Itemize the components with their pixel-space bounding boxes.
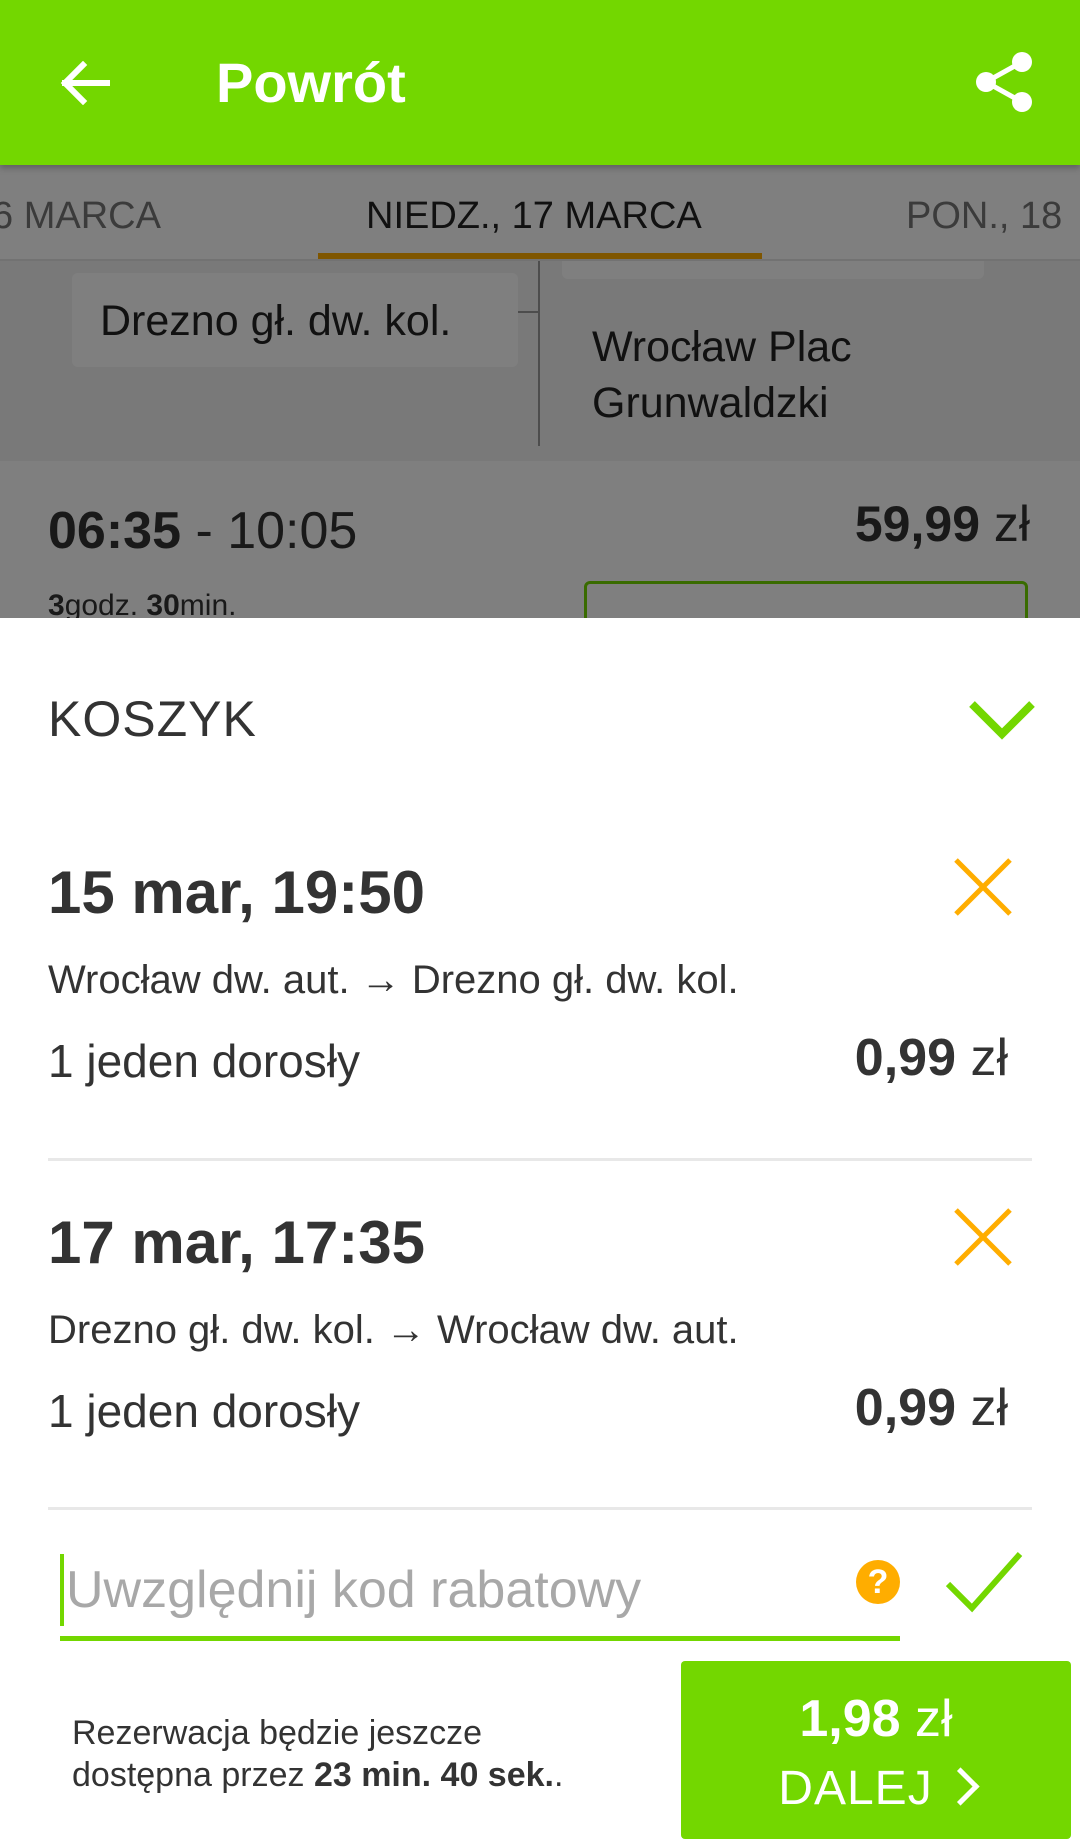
remove-item-button[interactable]	[948, 852, 1018, 922]
cart-item-price-currency: zł	[956, 1379, 1008, 1437]
discount-code-field[interactable]	[60, 1548, 900, 1641]
cart-total-value: 1,98	[799, 1690, 901, 1748]
question-icon[interactable]: ?	[856, 1560, 900, 1604]
timer-text-line1: Rezerwacja będzie jeszcze	[72, 1714, 483, 1752]
cart-total: 1,98 zł	[681, 1689, 1071, 1749]
cart-item-price-value: 0,99	[854, 1029, 956, 1087]
text-cursor	[60, 1554, 64, 1626]
cart-item-price-currency: zł	[956, 1029, 1008, 1087]
chevron-right-icon	[941, 1767, 980, 1806]
remove-item-button[interactable]	[948, 1202, 1018, 1272]
cart-item-route: Wrocław dw. aut. → Drezno gł. dw. kol.	[48, 958, 739, 1002]
modal-scrim[interactable]	[0, 165, 1080, 620]
close-icon	[954, 1208, 1012, 1266]
timer-text-line2: dostępna przez	[72, 1756, 314, 1794]
apply-code-button[interactable]	[944, 1548, 1024, 1616]
cart-item-price: 0,99 zł	[855, 1028, 1008, 1088]
cart-item-price-value: 0,99	[854, 1379, 956, 1437]
divider	[48, 1158, 1032, 1161]
app-root: Powrót 6 MARCA NIEDZ., 17 MARCA PON., 18…	[0, 0, 1080, 1846]
timer-countdown: 23 min. 40 sek.	[313, 1756, 554, 1794]
cart-total-currency: zł	[900, 1690, 953, 1748]
page-title: Powrót	[216, 51, 406, 114]
cart-title: KOSZYK	[48, 691, 257, 747]
share-button[interactable]	[968, 46, 1040, 118]
collapse-cart-button[interactable]	[966, 690, 1038, 746]
timer-suffix: .	[553, 1756, 564, 1794]
cart-item-price: 0,99 zł	[855, 1378, 1008, 1438]
share-icon	[976, 52, 1032, 112]
divider	[48, 1507, 1032, 1510]
reservation-timer: Rezerwacja będzie jeszcze dostępna przez…	[72, 1712, 563, 1796]
cart-item-date: 15 mar, 19:50	[48, 859, 425, 926]
cart-item-route: Drezno gł. dw. kol. → Wrocław dw. aut.	[48, 1308, 739, 1352]
close-icon	[954, 858, 1012, 916]
cart-item-passengers: 1 jeden dorosły	[48, 1035, 360, 1087]
cart-item-date: 17 mar, 17:35	[48, 1209, 425, 1276]
check-icon	[945, 1552, 1023, 1613]
next-button[interactable]: 1,98 zł DALEJ	[681, 1661, 1071, 1839]
cart-item-passengers: 1 jeden dorosły	[48, 1385, 360, 1437]
app-bar: Powrót	[0, 0, 1080, 165]
discount-code-input[interactable]	[60, 1548, 800, 1632]
cart-sheet: KOSZYK 15 mar, 19:50 Wrocław dw. aut. → …	[0, 618, 1080, 1846]
next-label: DALEJ	[778, 1762, 933, 1815]
arrow-left-icon	[60, 61, 110, 105]
back-button[interactable]	[52, 50, 118, 116]
next-label-row: DALEJ	[681, 1761, 1071, 1816]
chevron-down-icon	[969, 701, 1035, 740]
